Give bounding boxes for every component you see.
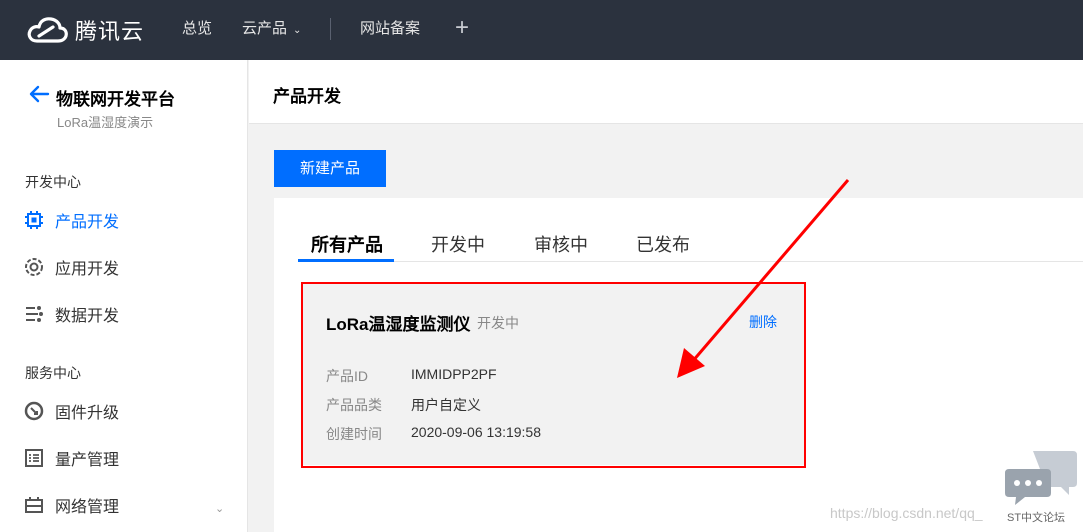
chat-bubbles-icon <box>1005 451 1077 505</box>
forum-name: ST中文论坛 <box>1007 512 1066 524</box>
watermark-url: https://blog.csdn.net/qq_ <box>830 505 983 521</box>
annotation-arrow <box>677 179 850 378</box>
forum-logo: ST中文论坛 <box>1003 447 1079 527</box>
